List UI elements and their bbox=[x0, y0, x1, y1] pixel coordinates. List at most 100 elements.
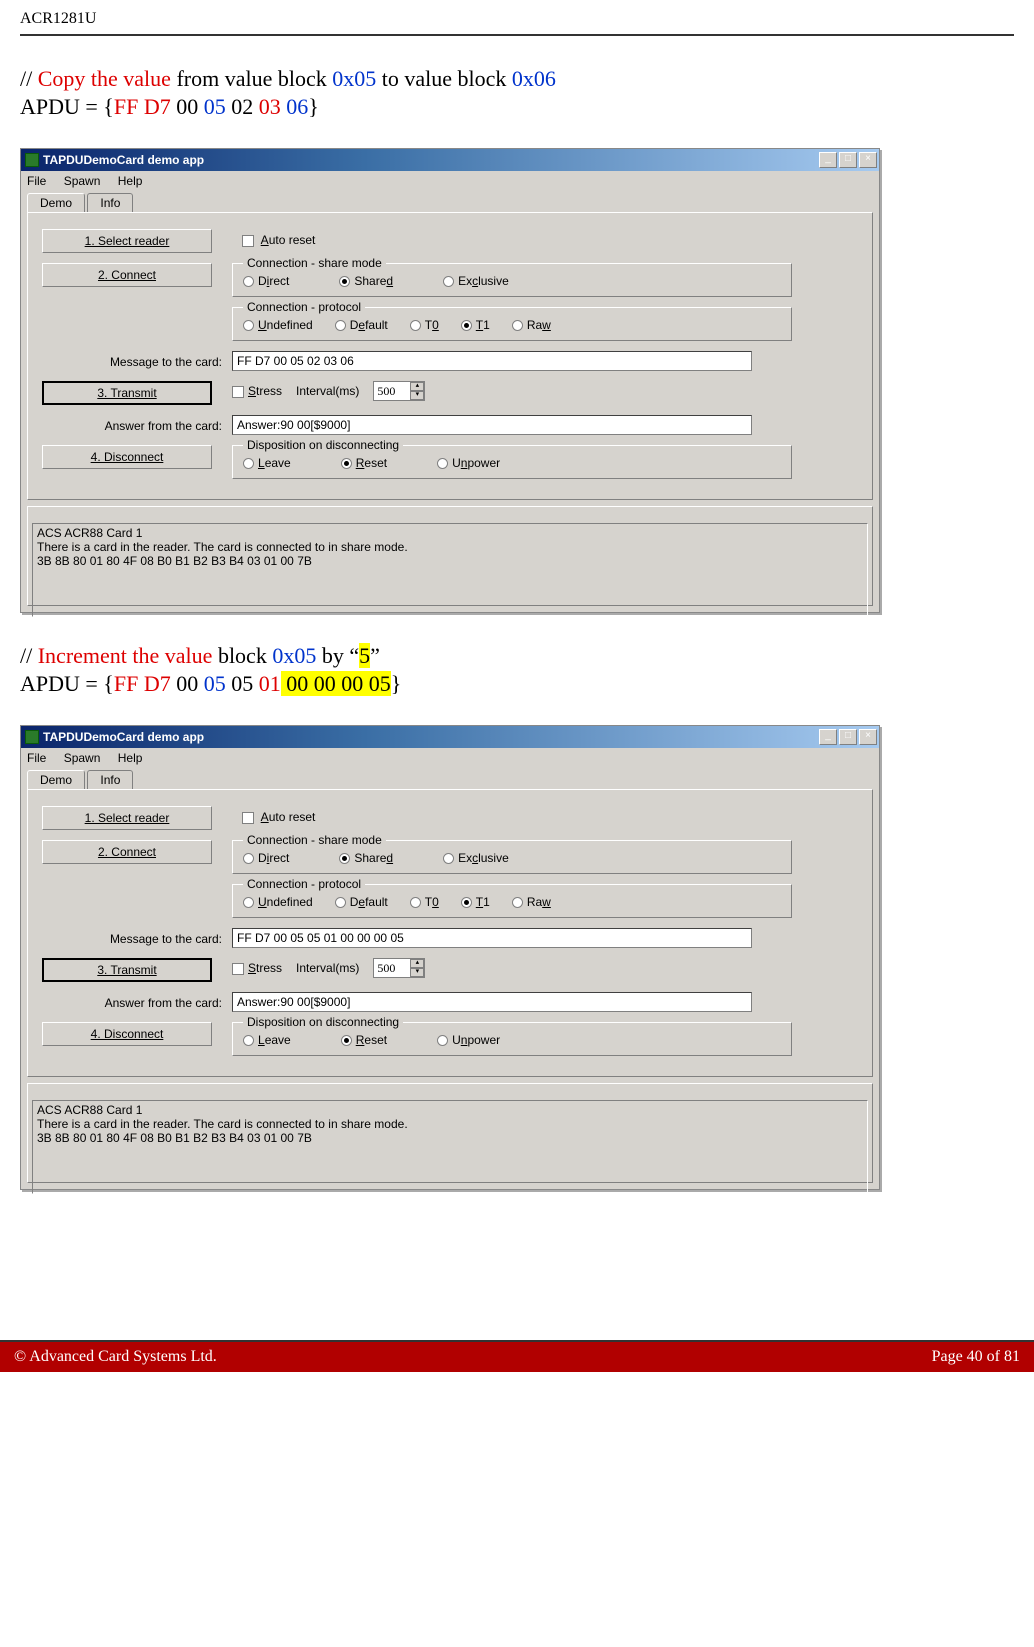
disposition-legend: Disposition on disconnecting bbox=[243, 1015, 403, 1029]
select-reader-button[interactable]: 1. Select reader bbox=[42, 229, 212, 253]
autoreset-checkbox[interactable] bbox=[242, 235, 254, 247]
radio-t1[interactable] bbox=[461, 320, 472, 331]
radio-exclusive[interactable] bbox=[443, 276, 454, 287]
radio-leave-label: Leave bbox=[258, 456, 291, 470]
radio-direct[interactable] bbox=[243, 853, 254, 864]
radio-shared-label: Shared bbox=[354, 274, 393, 288]
close-button[interactable]: × bbox=[859, 729, 877, 745]
comment-text: from value block bbox=[171, 66, 332, 91]
radio-raw[interactable] bbox=[512, 320, 523, 331]
comment-block-to: 0x06 bbox=[512, 66, 556, 91]
interval-input[interactable] bbox=[374, 382, 410, 400]
apdu-byte: 00 bbox=[171, 671, 204, 696]
apdu-byte: FF D7 bbox=[114, 671, 171, 696]
disconnect-button[interactable]: 4. Disconnect bbox=[42, 1022, 212, 1046]
tab-info[interactable]: Info bbox=[87, 770, 133, 789]
comment-line-1: // Copy the value from value block 0x05 … bbox=[20, 66, 1014, 92]
radio-t1-label: T1 bbox=[476, 895, 490, 909]
tabbar: Demo Info bbox=[21, 768, 879, 789]
maximize-button[interactable]: □ bbox=[839, 152, 857, 168]
comment-block: 0x05 bbox=[272, 643, 316, 668]
titlebar-text: TAPDUDemoCard demo app bbox=[43, 730, 819, 744]
autoreset-checkbox[interactable] bbox=[242, 812, 254, 824]
close-button[interactable]: × bbox=[859, 152, 877, 168]
menu-help[interactable]: Help bbox=[118, 174, 143, 188]
tab-demo[interactable]: Demo bbox=[27, 770, 85, 789]
stress-label: Stress bbox=[248, 384, 282, 398]
minimize-button[interactable]: _ bbox=[819, 729, 837, 745]
tab-info[interactable]: Info bbox=[87, 193, 133, 212]
app-window-2: TAPDUDemoCard demo app _ □ × File Spawn … bbox=[20, 725, 880, 1190]
message-input[interactable] bbox=[232, 351, 752, 371]
radio-exclusive-label: Exclusive bbox=[458, 274, 509, 288]
share-mode-fieldset: Connection - share mode Direct Shared Ex… bbox=[232, 263, 792, 297]
comment-slash: // bbox=[20, 66, 38, 91]
comment-block-from: 0x05 bbox=[332, 66, 376, 91]
apdu-byte: 01 bbox=[259, 671, 281, 696]
connect-button[interactable]: 2. Connect bbox=[42, 263, 212, 287]
apdu-byte: 05 bbox=[226, 671, 259, 696]
interval-label: Interval(ms) bbox=[296, 961, 359, 975]
transmit-button[interactable]: 3. Transmit bbox=[42, 381, 212, 405]
disconnect-button[interactable]: 4. Disconnect bbox=[42, 445, 212, 469]
menu-spawn[interactable]: Spawn bbox=[64, 751, 101, 765]
radio-reset[interactable] bbox=[341, 458, 352, 469]
radio-leave[interactable] bbox=[243, 1035, 254, 1046]
interval-spinner[interactable]: ▴▾ bbox=[373, 958, 425, 978]
titlebar[interactable]: TAPDUDemoCard demo app _ □ × bbox=[21, 726, 879, 748]
menu-help[interactable]: Help bbox=[118, 751, 143, 765]
stress-checkbox[interactable] bbox=[232, 386, 244, 398]
apdu-byte: 03 bbox=[259, 94, 281, 119]
radio-t1-label: T1 bbox=[476, 318, 490, 332]
radio-shared[interactable] bbox=[339, 853, 350, 864]
interval-spinner[interactable]: ▴▾ bbox=[373, 381, 425, 401]
radio-raw-label: Raw bbox=[527, 895, 551, 909]
tab-demo[interactable]: Demo bbox=[27, 193, 85, 212]
radio-reset[interactable] bbox=[341, 1035, 352, 1046]
radio-undefined-label: Undefined bbox=[258, 895, 313, 909]
menu-file[interactable]: File bbox=[27, 174, 46, 188]
radio-t1[interactable] bbox=[461, 897, 472, 908]
autoreset-label: Auto reset bbox=[261, 233, 316, 247]
apdu-byte: 05 bbox=[204, 94, 226, 119]
connect-button[interactable]: 2. Connect bbox=[42, 840, 212, 864]
spinner-down-icon[interactable]: ▾ bbox=[410, 968, 424, 977]
protocol-legend: Connection - protocol bbox=[243, 877, 365, 891]
transmit-button[interactable]: 3. Transmit bbox=[42, 958, 212, 982]
maximize-button[interactable]: □ bbox=[839, 729, 857, 745]
radio-t0[interactable] bbox=[410, 320, 421, 331]
radio-shared[interactable] bbox=[339, 276, 350, 287]
radio-direct-label: Direct bbox=[258, 851, 289, 865]
spinner-down-icon[interactable]: ▾ bbox=[410, 391, 424, 400]
comment-slash: // bbox=[20, 643, 38, 668]
radio-default[interactable] bbox=[335, 320, 346, 331]
titlebar[interactable]: TAPDUDemoCard demo app _ □ × bbox=[21, 149, 879, 171]
menu-file[interactable]: File bbox=[27, 751, 46, 765]
radio-default[interactable] bbox=[335, 897, 346, 908]
apdu-suffix: } bbox=[391, 671, 402, 696]
interval-input[interactable] bbox=[374, 959, 410, 977]
radio-leave[interactable] bbox=[243, 458, 254, 469]
radio-unpower[interactable] bbox=[437, 458, 448, 469]
answer-output bbox=[232, 415, 752, 435]
spinner-up-icon[interactable]: ▴ bbox=[410, 382, 424, 391]
radio-undefined[interactable] bbox=[243, 320, 254, 331]
select-reader-button[interactable]: 1. Select reader bbox=[42, 806, 212, 830]
protocol-fieldset: Connection - protocol Undefined Default … bbox=[232, 884, 792, 918]
radio-t0[interactable] bbox=[410, 897, 421, 908]
menubar: File Spawn Help bbox=[21, 748, 879, 768]
spinner-up-icon[interactable]: ▴ bbox=[410, 959, 424, 968]
radio-exclusive[interactable] bbox=[443, 853, 454, 864]
menu-spawn[interactable]: Spawn bbox=[64, 174, 101, 188]
share-mode-legend: Connection - share mode bbox=[243, 256, 386, 270]
page-footer: © Advanced Card Systems Ltd. Page 40 of … bbox=[0, 1342, 1034, 1372]
radio-raw[interactable] bbox=[512, 897, 523, 908]
protocol-fieldset: Connection - protocol Undefined Default … bbox=[232, 307, 792, 341]
comment-text: block bbox=[212, 643, 272, 668]
radio-unpower[interactable] bbox=[437, 1035, 448, 1046]
minimize-button[interactable]: _ bbox=[819, 152, 837, 168]
radio-direct[interactable] bbox=[243, 276, 254, 287]
message-input[interactable] bbox=[232, 928, 752, 948]
stress-checkbox[interactable] bbox=[232, 963, 244, 975]
radio-undefined[interactable] bbox=[243, 897, 254, 908]
